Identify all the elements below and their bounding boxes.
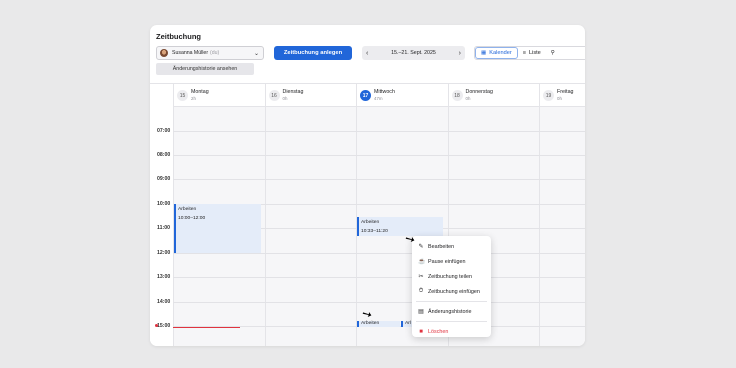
hour-label: 12:00 xyxy=(157,250,171,256)
day-header: 19 Freitag 0h xyxy=(540,84,585,107)
menu-divider xyxy=(416,301,487,302)
tab-calendar[interactable]: ▦ Kalender xyxy=(475,47,518,59)
chevron-left-icon[interactable]: ‹ xyxy=(366,50,368,57)
user-name: Susanna Müller xyxy=(172,50,209,56)
entry-label: Arbeiten xyxy=(361,220,380,225)
day-name: Freitag xyxy=(557,89,574,95)
entry-label: Arbeiten xyxy=(361,321,380,326)
view-switch: ▦ Kalender ≡ Liste ⚲ xyxy=(474,46,585,60)
menu-item-label: Pause einfügen xyxy=(428,258,466,265)
hour-label: 11:00 xyxy=(157,225,170,231)
tab-list[interactable]: ≡ Liste xyxy=(518,47,546,59)
entry-label: Arl xyxy=(405,321,411,326)
user-select[interactable]: Susanna Müller (du) ⌄ xyxy=(156,46,264,60)
day-name: Mittwoch xyxy=(374,89,395,95)
entry-label: Arbeiten xyxy=(178,207,197,212)
menu-item-label: Löschen xyxy=(428,328,449,335)
current-time-marker xyxy=(155,324,158,327)
menu-item-label: Zeitbuchung einfügen xyxy=(428,288,480,295)
hour-label: 07:00 xyxy=(157,128,171,134)
scissors-icon: ✂ xyxy=(418,274,424,280)
day-hours: 2h xyxy=(191,96,196,101)
time-gutter xyxy=(150,84,173,346)
day-hours: 0h xyxy=(557,96,562,101)
hour-line xyxy=(173,179,585,180)
day-header: 15 Montag 2h xyxy=(174,84,265,107)
hour-line xyxy=(173,131,585,132)
day-column-tuesday[interactable]: 16 Dienstag 0h xyxy=(264,84,356,346)
hour-label: 15:00 xyxy=(157,323,171,329)
hour-label: 10:00 xyxy=(157,201,171,207)
avatar xyxy=(160,49,168,57)
day-name: Dienstag xyxy=(282,89,304,95)
create-booking-button[interactable]: Zeitbuchung anlegen xyxy=(274,46,352,60)
day-number: 18 xyxy=(451,90,463,101)
day-number: 15 xyxy=(177,90,188,101)
day-hours: 0h xyxy=(465,96,471,101)
day-name: Montag xyxy=(191,89,209,95)
current-time-line xyxy=(173,327,240,328)
day-number: 19 xyxy=(543,90,554,101)
day-name: Donnerstag xyxy=(465,89,493,95)
context-menu: ✎ Bearbeiten ☕ Pause einfügen ✂ Zeitbuch… xyxy=(412,236,491,337)
menu-item-edit[interactable]: ✎ Bearbeiten xyxy=(412,239,491,254)
day-header: 18 Donnerstag 0h xyxy=(448,84,539,107)
history-icon: ▤ xyxy=(418,309,424,315)
hour-line xyxy=(173,277,585,278)
stopwatch-icon: ⏱ xyxy=(418,288,424,294)
menu-item-pause[interactable]: ☕ Pause einfügen xyxy=(412,254,491,269)
hour-label: 08:00 xyxy=(157,152,171,158)
user-self-hint: (du) xyxy=(210,50,220,56)
trash-icon: ■ xyxy=(419,328,423,335)
menu-item-delete[interactable]: ■ Löschen xyxy=(412,324,491,339)
day-header: 17 Mittwoch 47m xyxy=(357,84,448,107)
entry-time: 10:33–11:20 xyxy=(361,229,388,234)
page-title: Zeitbuchung xyxy=(156,32,201,41)
hour-line xyxy=(173,155,585,156)
time-entry-wednesday[interactable]: Arbeiten 10:33–11:20 xyxy=(357,217,443,236)
hour-line xyxy=(173,253,585,254)
tab-calendar-label: Kalender xyxy=(489,50,512,56)
day-number: 16 xyxy=(268,90,280,101)
hour-label: 09:00 xyxy=(157,176,171,182)
date-navigator: ‹ 15.–21. Sept. 2025 › xyxy=(362,46,465,60)
time-entry-wednesday-short[interactable]: Arbeiten xyxy=(357,321,400,327)
day-column-friday[interactable]: 19 Freitag 0h xyxy=(539,84,585,346)
time-entry-monday[interactable]: Arbeiten 10:00–12:00 xyxy=(174,204,261,253)
menu-item-label: Zeitbuchung teilen xyxy=(428,273,473,280)
pin-icon: ⚲ xyxy=(550,50,555,56)
time-booking-panel: Zeitbuchung Susanna Müller (du) ⌄ Zeitbu… xyxy=(150,25,585,346)
day-hours: 47m xyxy=(374,96,383,101)
list-icon: ≡ xyxy=(522,50,526,56)
day-header: 16 Dienstag 0h xyxy=(265,84,356,107)
menu-divider xyxy=(416,321,487,322)
calendar-icon: ▦ xyxy=(481,50,487,56)
entry-time: 10:00–12:00 xyxy=(178,216,206,221)
day-number-today: 17 xyxy=(360,90,371,101)
pencil-icon: ✎ xyxy=(418,244,424,250)
tab-map[interactable]: ⚲ xyxy=(546,47,560,59)
tab-list-label: Liste xyxy=(528,50,541,56)
menu-item-label: Bearbeiten xyxy=(428,243,455,250)
coffee-icon: ☕ xyxy=(418,259,426,265)
day-hours: 0h xyxy=(282,96,288,101)
menu-item-history[interactable]: ▤ Änderungshistorie xyxy=(412,304,491,319)
hour-label: 13:00 xyxy=(157,274,171,280)
menu-item-split[interactable]: ✂ Zeitbuchung teilen xyxy=(412,269,491,284)
menu-item-label: Änderungshistorie xyxy=(428,308,472,315)
date-range: 15.–21. Sept. 2025 xyxy=(391,50,436,56)
history-button[interactable]: Änderungshistorie ansehen xyxy=(156,63,254,75)
chevron-right-icon[interactable]: › xyxy=(459,50,461,57)
chevron-down-icon: ⌄ xyxy=(253,51,259,57)
menu-item-insert[interactable]: ⏱ Zeitbuchung einfügen xyxy=(412,284,491,299)
hour-line xyxy=(173,302,585,303)
hour-label: 14:00 xyxy=(157,299,171,305)
